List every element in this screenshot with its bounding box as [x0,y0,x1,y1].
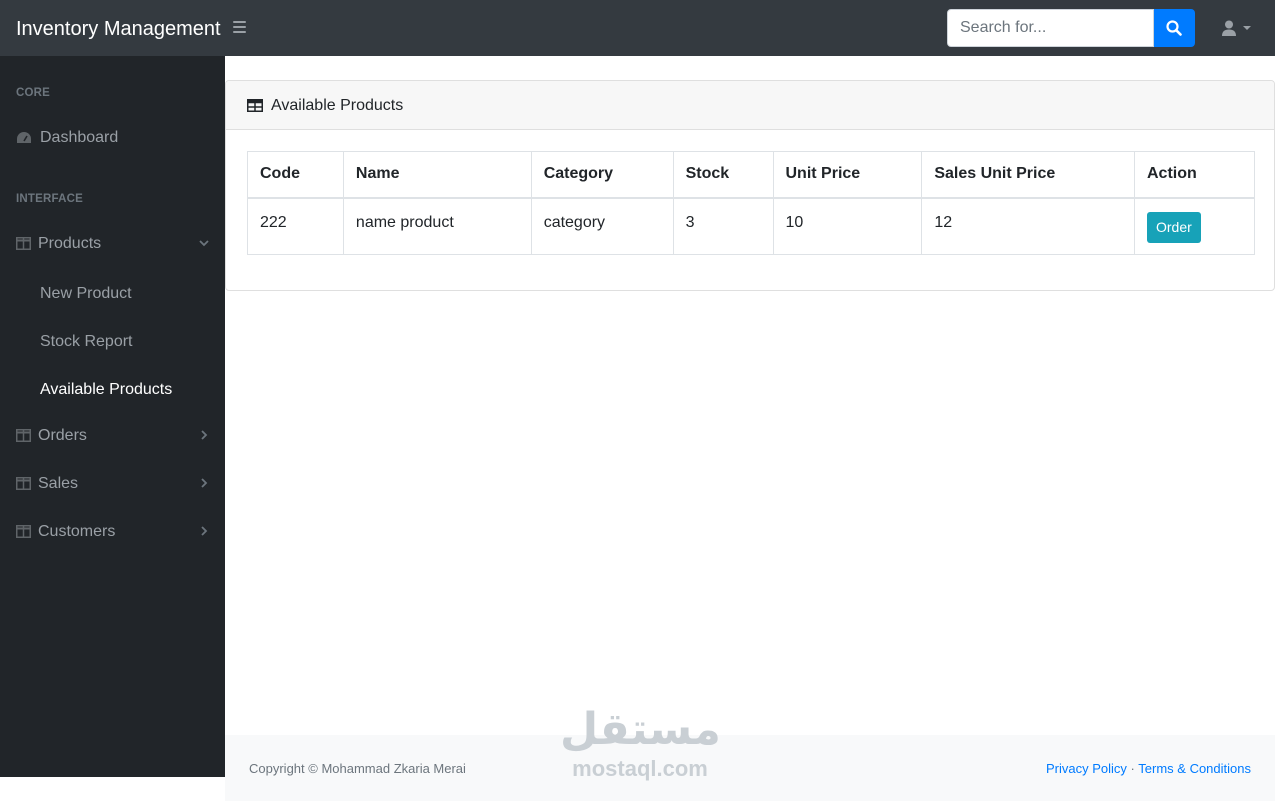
sidebar-item-stock-report[interactable]: Stock Report [40,332,132,352]
column-header-sales-unit-price: Sales Unit Price [921,151,1135,199]
sidebar-item-products[interactable]: Products [0,224,225,264]
sidebar-bottom-strip [0,777,225,801]
user-icon [1222,20,1236,36]
columns-icon [16,525,31,538]
sidebar-item-label: Orders [38,427,87,444]
card-header: Available Products [226,81,1274,130]
cell-category: category [530,197,674,255]
search-input[interactable] [947,9,1154,47]
tachometer-icon [17,132,31,143]
search-icon [1166,20,1182,36]
sidebar-item-dashboard[interactable]: Dashboard [0,118,225,158]
sidebar-item-new-product[interactable]: New Product [40,284,132,304]
available-products-card: Available Products Code Name Category St… [225,80,1275,291]
top-navbar: Inventory Management [0,0,1275,56]
column-header-action: Action [1134,151,1255,199]
chevron-right-icon [201,478,208,488]
sidebar-heading-interface: INTERFACE [16,193,83,205]
sidebar-toggle-icon[interactable] [233,21,246,34]
sidebar-item-label: Customers [38,523,116,540]
sidebar-item-orders[interactable]: Orders [0,416,225,456]
chevron-down-icon [1243,26,1251,30]
order-button[interactable]: Order [1147,211,1201,243]
sidebar-item-label: Sales [38,475,79,492]
table-header-row: Code Name Category Stock Unit Price Sale… [247,151,1255,199]
brand-title[interactable]: Inventory Management [16,16,221,42]
footer-separator: · [1130,761,1135,776]
column-header-unit-price: Unit Price [772,151,923,199]
cell-code: 222 [247,197,344,255]
terms-conditions-link[interactable]: Terms & Conditions [1138,761,1251,776]
user-menu-dropdown[interactable] [1215,16,1255,42]
column-header-name: Name [342,151,532,199]
chevron-right-icon [201,430,208,440]
privacy-policy-link[interactable]: Privacy Policy [1046,761,1127,776]
chevron-down-icon [199,240,209,247]
footer: Copyright © Mohammad Zkaria Merai Privac… [225,735,1275,801]
cell-name: name product [342,197,532,255]
columns-icon [16,429,31,442]
sidebar-item-available-products[interactable]: Available Products [40,380,172,400]
sidebar-item-label: Products [38,235,102,252]
search-button[interactable] [1154,9,1195,47]
sidebar-item-sales[interactable]: Sales [0,464,225,504]
column-header-stock: Stock [672,151,774,199]
sidebar-heading-core: CORE [16,87,51,99]
sidebar-item-label: Dashboard [40,129,119,146]
column-header-code: Code [247,151,344,199]
cell-unit-price: 10 [772,197,923,255]
cell-stock: 3 [672,197,774,255]
columns-icon [16,477,31,490]
copyright-text: Copyright © Mohammad Zkaria Merai [249,761,466,776]
sidebar-item-customers[interactable]: Customers [0,512,225,552]
columns-icon [16,237,31,250]
table-row: 222 name product category 3 10 12 Order [247,197,1255,255]
footer-links: Privacy Policy · Terms & Conditions [1046,761,1251,776]
card-title: Available Products [271,97,404,114]
column-header-category: Category [530,151,674,199]
products-table: Code Name Category Stock Unit Price Sale… [247,151,1255,255]
table-icon [247,99,263,112]
cell-action: Order [1134,197,1255,255]
cell-sales-unit-price: 12 [921,197,1135,255]
sidebar: CORE Dashboard INTERFACE Products New Pr… [0,56,225,777]
chevron-right-icon [201,526,208,536]
